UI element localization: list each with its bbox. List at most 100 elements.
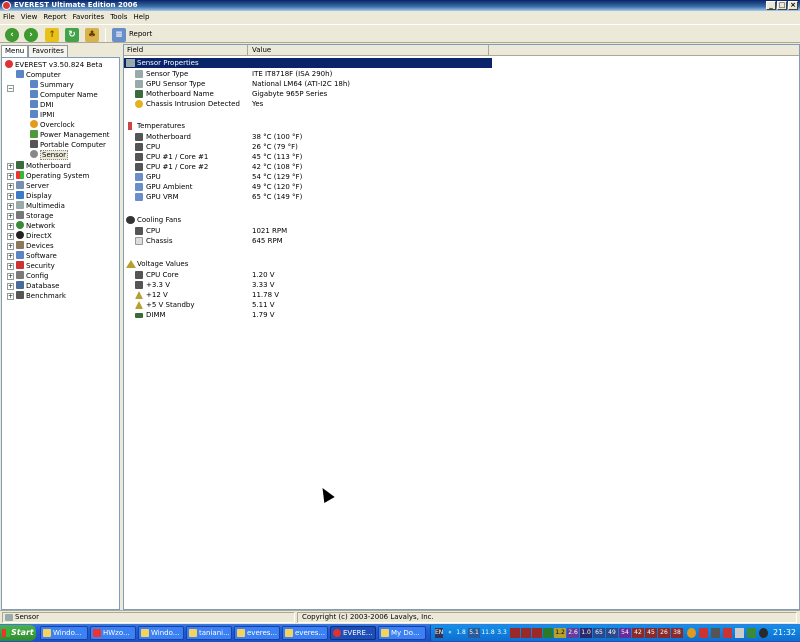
tree-item-config[interactable]: Config: [16, 271, 48, 281]
tree-root[interactable]: EVEREST v3.50.824 Beta: [5, 60, 103, 70]
tree-item-sensor[interactable]: Sensor: [30, 150, 68, 160]
tree-item-security[interactable]: Security: [16, 261, 55, 271]
maximize-button[interactable]: □: [777, 1, 787, 10]
tree-item-database[interactable]: Database: [16, 281, 59, 291]
tray-readout[interactable]: 1.8: [455, 628, 467, 638]
tree-item-network[interactable]: Network: [16, 221, 55, 231]
close-button[interactable]: ×: [788, 1, 798, 10]
tray-readout[interactable]: 2.6: [567, 628, 579, 638]
menu-file[interactable]: File: [3, 12, 15, 23]
collapse-toggle-icon[interactable]: −: [7, 85, 14, 92]
tray-app-icon[interactable]: [759, 628, 768, 638]
tray-readout[interactable]: 1.2: [554, 628, 566, 638]
tray-readout[interactable]: 5.1: [468, 628, 480, 638]
expand-toggle-icon[interactable]: +: [7, 183, 14, 190]
tray-readout[interactable]: 11.8: [481, 628, 495, 638]
expand-toggle-icon[interactable]: +: [7, 263, 14, 270]
tray-readout[interactable]: 49: [606, 628, 618, 638]
everest-app-icon[interactable]: [2, 1, 11, 10]
taskbar-button[interactable]: My Do...: [378, 626, 426, 640]
expand-toggle-icon[interactable]: +: [7, 233, 14, 240]
tray-status-icon[interactable]: [510, 628, 520, 638]
tree-item-computer[interactable]: Computer: [16, 70, 61, 80]
tray-status-icon[interactable]: [532, 628, 542, 638]
section-sensor-properties[interactable]: Sensor Properties: [124, 58, 492, 68]
column-header-value[interactable]: Value: [249, 45, 489, 56]
expand-toggle-icon[interactable]: +: [7, 213, 14, 220]
tree-item-motherboard[interactable]: Motherboard: [16, 161, 71, 171]
back-arrow-icon[interactable]: ‹: [5, 28, 19, 42]
expand-toggle-icon[interactable]: +: [7, 173, 14, 180]
tree-item-dmi[interactable]: DMI: [30, 100, 54, 110]
column-header-field[interactable]: Field: [124, 45, 248, 56]
taskbar-button[interactable]: taniani...: [186, 626, 232, 640]
report-icon[interactable]: ≡: [112, 28, 126, 42]
clock[interactable]: 21:32: [773, 628, 796, 638]
tree-item-devices[interactable]: Devices: [16, 241, 54, 251]
tree-item-display[interactable]: Display: [16, 191, 52, 201]
tray-readout[interactable]: 1.0: [580, 628, 592, 638]
taskbar-button[interactable]: everes...: [234, 626, 280, 640]
tray-readout[interactable]: 54: [619, 628, 631, 638]
tray-status-icon[interactable]: [521, 628, 531, 638]
tree-item-server[interactable]: Server: [16, 181, 49, 191]
tray-readout[interactable]: 26: [658, 628, 670, 638]
menu-report[interactable]: Report: [43, 12, 66, 23]
tree-item-operating-system[interactable]: Operating System: [16, 171, 89, 181]
menu-tools[interactable]: Tools: [110, 12, 127, 23]
tree-item-ipmi[interactable]: IPMI: [30, 110, 54, 120]
tree-item-storage[interactable]: Storage: [16, 211, 53, 221]
tray-readout[interactable]: 3.3: [496, 628, 508, 638]
tree-item-software[interactable]: Software: [16, 251, 57, 261]
tree-item-directx[interactable]: DirectX: [16, 231, 52, 241]
expand-toggle-icon[interactable]: +: [7, 283, 14, 290]
start-button[interactable]: Start: [0, 625, 36, 641]
tree-item-multimedia[interactable]: Multimedia: [16, 201, 65, 211]
expand-toggle-icon[interactable]: +: [7, 253, 14, 260]
taskbar-button[interactable]: HWzo...: [90, 626, 136, 640]
tree-item-computer-name[interactable]: Computer Name: [30, 90, 98, 100]
expand-toggle-icon[interactable]: +: [7, 203, 14, 210]
tray-readout[interactable]: 45: [645, 628, 657, 638]
taskbar-button[interactable]: everes...: [282, 626, 328, 640]
refresh-icon[interactable]: ↻: [65, 28, 79, 42]
tray-readout[interactable]: 38: [671, 628, 683, 638]
network-tray-icon[interactable]: [735, 628, 744, 638]
tab-favorites[interactable]: Favorites: [28, 45, 68, 57]
expand-toggle-icon[interactable]: +: [7, 273, 14, 280]
navigation-tree[interactable]: EVEREST v3.50.824 Beta − Computer Summar…: [1, 57, 120, 610]
expand-toggle-icon[interactable]: +: [7, 243, 14, 250]
tray-app-icon[interactable]: [711, 628, 720, 638]
report-button-label[interactable]: Report: [129, 30, 152, 38]
tray-readout[interactable]: 65: [593, 628, 605, 638]
expand-toggle-icon[interactable]: +: [7, 193, 14, 200]
favorites-icon[interactable]: ♣: [85, 28, 99, 42]
tree-item-benchmark[interactable]: Benchmark: [16, 291, 66, 301]
minimize-button[interactable]: _: [766, 1, 776, 10]
language-icon[interactable]: EN: [435, 628, 443, 638]
volume-icon[interactable]: [747, 628, 756, 638]
expand-toggle-icon[interactable]: +: [7, 223, 14, 230]
up-folder-icon[interactable]: ↑: [45, 28, 59, 42]
tray-readout[interactable]: 42: [632, 628, 644, 638]
menu-favorites[interactable]: Favorites: [73, 12, 105, 23]
tree-item-overclock[interactable]: Overclock: [30, 120, 75, 130]
taskbar-button[interactable]: Windo...: [40, 626, 88, 640]
expand-toggle-icon[interactable]: +: [7, 163, 14, 170]
tab-menu[interactable]: Menu: [1, 45, 29, 57]
menu-view[interactable]: View: [21, 12, 38, 23]
tray-status-icon[interactable]: [543, 628, 553, 638]
tree-item-portable-computer[interactable]: Portable Computer: [30, 140, 106, 150]
taskbar-button[interactable]: Windo...: [138, 626, 184, 640]
expand-toggle-icon[interactable]: +: [7, 293, 14, 300]
tray-app-icon[interactable]: [723, 628, 732, 638]
title-bar[interactable]: EVEREST Ultimate Edition 2006 _ □ ×: [0, 0, 800, 11]
menu-help[interactable]: Help: [133, 12, 149, 23]
shield-icon[interactable]: [699, 628, 708, 638]
tray-expand-icon[interactable]: «: [447, 628, 453, 638]
tree-item-summary[interactable]: Summary: [30, 80, 74, 90]
tree-item-power-management[interactable]: Power Management: [30, 130, 110, 140]
taskbar-button-active[interactable]: EVERE...: [330, 626, 376, 640]
tray-app-icon[interactable]: [687, 628, 696, 638]
forward-arrow-icon[interactable]: ›: [24, 28, 38, 42]
